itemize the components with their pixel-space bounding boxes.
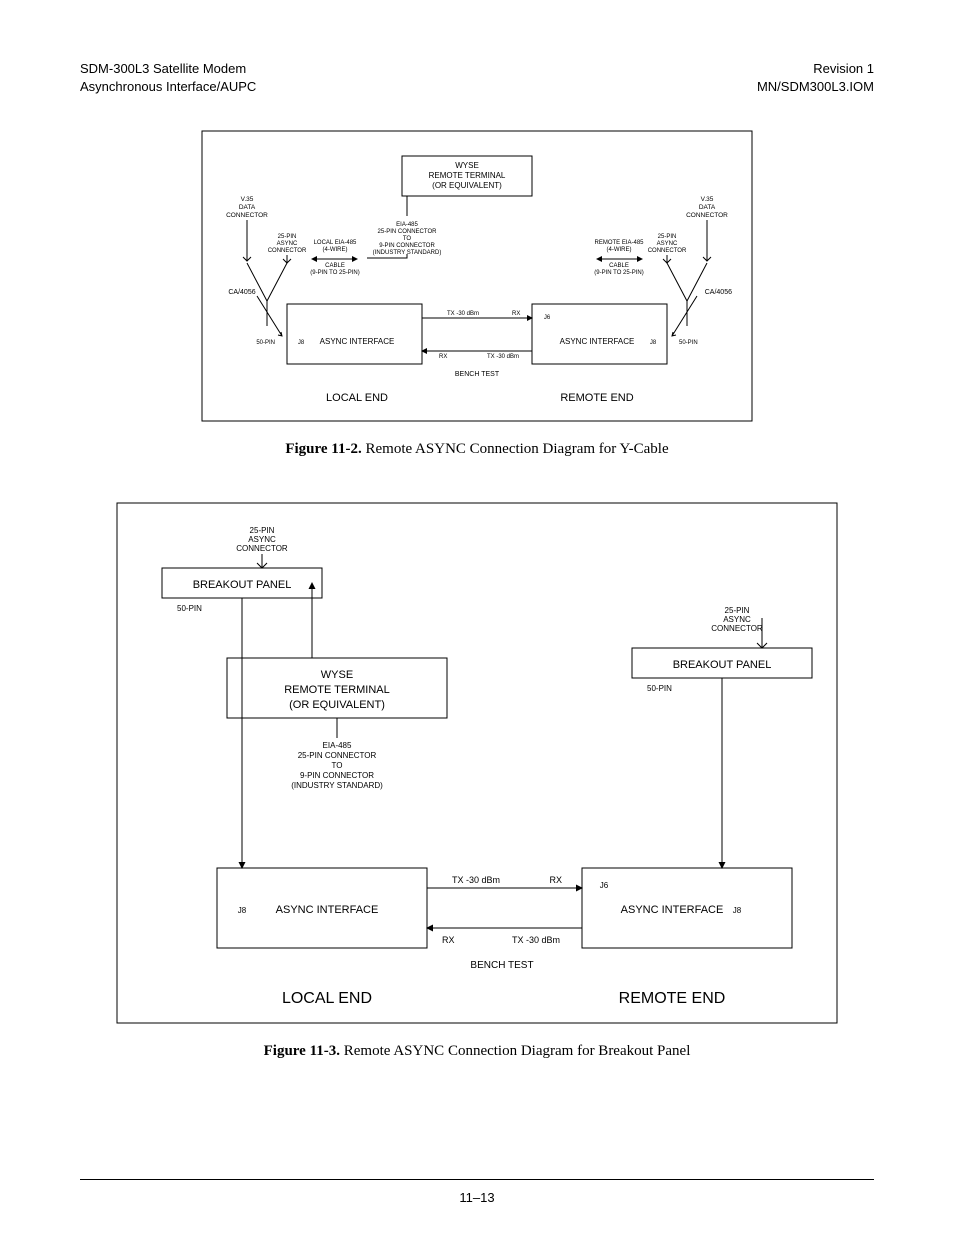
breakout-right: BREAKOUT PANEL — [673, 659, 772, 671]
pin25-right-1: 25-PIN — [658, 234, 677, 240]
eia-3: TO — [403, 236, 412, 242]
pin25-left-2: ASYNC — [277, 241, 298, 247]
pin25-r-2: ASYNC — [723, 615, 751, 624]
j6-right: J6 — [544, 315, 551, 321]
page-footer: 11–13 — [0, 1179, 954, 1205]
j6-2r: J6 — [600, 881, 609, 890]
figure-11-2: WYSE REMOTE TERMINAL (OR EQUIVALENT) V.3… — [80, 126, 874, 458]
eia2-1: EIA-485 — [323, 741, 352, 750]
v35-left-3: CONNECTOR — [226, 212, 268, 219]
eia-1: EIA-485 — [396, 222, 418, 228]
tx2-top: TX -30 dBm — [452, 875, 500, 885]
bench-test-2: BENCH TEST — [470, 960, 533, 971]
wyse2-3: (OR EQUIVALENT) — [289, 699, 385, 711]
cable-left-2: (9-PIN TO 25-PIN) — [310, 270, 359, 276]
rx2-top: RX — [549, 875, 562, 885]
j8-left: J8 — [298, 340, 305, 346]
wyse-line3: (OR EQUIVALENT) — [432, 181, 502, 190]
ca4056-right: CA/4056 — [705, 289, 732, 296]
remote-eia-4wire: (4-WIRE) — [607, 247, 632, 253]
header-right-1: Revision 1 — [757, 60, 874, 78]
pin50-right: 50-PIN — [679, 340, 698, 346]
local-end-2: LOCAL END — [282, 990, 372, 1007]
eia2-5: (INDUSTRY STANDARD) — [291, 781, 383, 790]
pin50-r: 50-PIN — [647, 684, 672, 693]
wyse2-1: WYSE — [321, 669, 353, 681]
eia-4: 9-PIN CONNECTOR — [379, 243, 435, 249]
wyse-line1: WYSE — [455, 161, 479, 170]
figure-11-3-caption: Figure 11-3. Remote ASYNC Connection Dia… — [80, 1043, 874, 1060]
eia-2: 25-PIN CONNECTOR — [378, 229, 438, 235]
ca4056-left: CA/4056 — [228, 289, 255, 296]
local-end-1: LOCAL END — [326, 392, 388, 404]
pin25-r-1: 25-PIN — [725, 606, 750, 615]
remote-end-2: REMOTE END — [619, 990, 726, 1007]
async-if-right: ASYNC INTERFACE — [560, 337, 635, 346]
remote-end-1: REMOTE END — [560, 392, 633, 404]
local-eia: LOCAL EIA-485 — [314, 240, 357, 246]
cable-left-1: CABLE — [325, 263, 345, 269]
wyse-line2: REMOTE TERMINAL — [429, 171, 506, 180]
figure-11-2-svg: WYSE REMOTE TERMINAL (OR EQUIVALENT) V.3… — [197, 126, 757, 426]
j8-2r: J8 — [733, 906, 742, 915]
j8-right: J8 — [650, 340, 657, 346]
cable-right-2: (9-PIN TO 25-PIN) — [594, 270, 643, 276]
tx-bot: TX -30 dBm — [487, 354, 519, 360]
cable-right-1: CABLE — [609, 263, 629, 269]
page-header: SDM-300L3 Satellite Modem Asynchronous I… — [80, 60, 874, 96]
pin25-l-2: ASYNC — [248, 535, 276, 544]
v35-right-3: CONNECTOR — [686, 212, 728, 219]
breakout-left: BREAKOUT PANEL — [193, 579, 292, 591]
async-if-2r: ASYNC INTERFACE — [621, 904, 724, 916]
pin50-l: 50-PIN — [177, 604, 202, 613]
header-right-2: MN/SDM300L3.IOM — [757, 78, 874, 96]
pin25-left-1: 25-PIN — [278, 234, 297, 240]
header-left-1: SDM-300L3 Satellite Modem — [80, 60, 256, 78]
v35-right-2: DATA — [699, 204, 716, 211]
tx-top: TX -30 dBm — [447, 311, 479, 317]
rx-bot: RX — [439, 354, 447, 360]
eia2-3: TO — [332, 761, 343, 770]
v35-left-2: DATA — [239, 204, 256, 211]
pin25-right-3: CONNECTOR — [648, 248, 687, 254]
v35-right-1: V.35 — [701, 196, 714, 203]
pin25-right-2: ASYNC — [657, 241, 678, 247]
page-number: 11–13 — [0, 1190, 954, 1205]
local-eia-4wire: (4-WIRE) — [323, 247, 348, 253]
v35-left-1: V.35 — [241, 196, 254, 203]
pin25-left-3: CONNECTOR — [268, 248, 307, 254]
pin25-l-3: CONNECTOR — [236, 544, 288, 553]
header-left-2: Asynchronous Interface/AUPC — [80, 78, 256, 96]
eia2-2: 25-PIN CONNECTOR — [298, 751, 377, 760]
rx2-bot: RX — [442, 935, 455, 945]
figure-11-3: 25-PIN ASYNC CONNECTOR BREAKOUT PANEL 50… — [80, 498, 874, 1060]
async-if-left: ASYNC INTERFACE — [320, 337, 395, 346]
j8-2l: J8 — [238, 906, 247, 915]
async-if-2l: ASYNC INTERFACE — [276, 904, 379, 916]
pin25-r-3: CONNECTOR — [711, 624, 763, 633]
rx-top: RX — [512, 311, 520, 317]
tx2-bot: TX -30 dBm — [512, 935, 560, 945]
wyse2-2: REMOTE TERMINAL — [284, 684, 390, 696]
remote-eia: REMOTE EIA-485 — [594, 240, 644, 246]
figure-11-2-caption: Figure 11-2. Remote ASYNC Connection Dia… — [80, 441, 874, 458]
eia2-4: 9-PIN CONNECTOR — [300, 771, 374, 780]
pin50-left: 50-PIN — [256, 340, 275, 346]
bench-test-1: BENCH TEST — [455, 371, 500, 378]
pin25-l-1: 25-PIN — [250, 526, 275, 535]
figure-11-3-svg: 25-PIN ASYNC CONNECTOR BREAKOUT PANEL 50… — [112, 498, 842, 1028]
